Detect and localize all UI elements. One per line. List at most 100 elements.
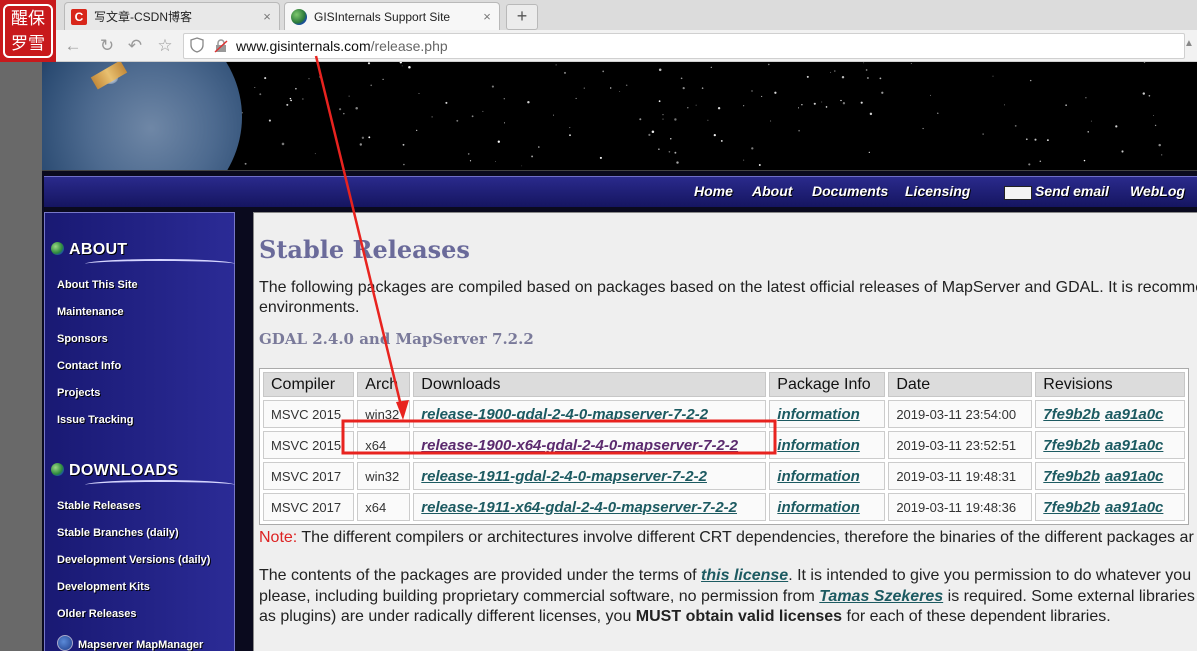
revision-link[interactable]: 7fe9b2b	[1043, 437, 1100, 454]
revision-link[interactable]: aa91a0c	[1105, 406, 1163, 423]
download-link[interactable]: release-1911-x64-gdal-2-4-0-mapserver-7-…	[421, 499, 737, 516]
column-header: Date	[888, 372, 1033, 397]
releases-table: Compiler Arch Downloads Package Info Dat…	[259, 368, 1189, 525]
address-bar[interactable]: www.gisinternals.com/release.php	[183, 33, 1185, 59]
close-icon[interactable]: ×	[479, 9, 495, 24]
revision-link[interactable]: 7fe9b2b	[1043, 406, 1100, 423]
revision-link[interactable]: aa91a0c	[1105, 468, 1163, 485]
information-link[interactable]: information	[777, 468, 860, 485]
shield-icon	[190, 37, 204, 53]
sidebar-item-sponsors[interactable]: Sponsors	[57, 333, 108, 345]
arch-cell: x64	[357, 431, 411, 459]
sidebar-item-stable-branches[interactable]: Stable Branches (daily)	[57, 527, 179, 539]
globe-icon	[51, 463, 64, 476]
sidebar-item-development-kits[interactable]: Development Kits	[57, 581, 150, 593]
table-header-row: Compiler Arch Downloads Package Info Dat…	[263, 372, 1185, 397]
tab-bar: 醒保 罗雪 C 写文章-CSDN博客 × GISInternals Suppor…	[0, 0, 1197, 62]
sidebar-item-development-versions[interactable]: Development Versions (daily)	[57, 554, 210, 566]
package-info-cell: information	[769, 493, 886, 521]
revisions-cell: 7fe9b2b aa91a0c	[1035, 400, 1185, 428]
information-link[interactable]: information	[777, 406, 860, 423]
author-link[interactable]: Tamas Szekeres	[819, 588, 943, 605]
revision-link[interactable]: aa91a0c	[1105, 499, 1163, 516]
new-tab-button[interactable]: +	[506, 4, 538, 30]
column-header: Downloads	[413, 372, 767, 397]
sidebar-heading-about: ABOUT	[51, 241, 127, 259]
sidebar-heading-downloads: DOWNLOADS	[51, 462, 178, 480]
column-header: Revisions	[1035, 372, 1185, 397]
nav-about[interactable]: About	[752, 183, 792, 199]
compiler-cell: MSVC 2017	[263, 493, 355, 521]
date-cell: 2019-03-11 23:54:00	[888, 400, 1033, 428]
nav-send-email[interactable]: Send email	[1035, 183, 1109, 199]
reload-icon[interactable]: ↻	[96, 35, 118, 57]
revisions-cell: 7fe9b2b aa91a0c	[1035, 462, 1185, 490]
nav-documents[interactable]: Documents	[812, 183, 888, 199]
column-header: Package Info	[769, 372, 886, 397]
nav-licensing[interactable]: Licensing	[905, 183, 970, 199]
browser-toolbar: ← ↻ ↶ ☆ www.gisinternals.com/release.php…	[0, 30, 1197, 62]
main-content: Stable Releases The following packages a…	[253, 212, 1197, 651]
note-text: Note: The different compilers or archite…	[259, 529, 1194, 546]
sidebar-item-stable-releases[interactable]: Stable Releases	[57, 500, 141, 512]
page-frame: Home About Documents Licensing Send emai…	[42, 62, 1197, 651]
sidebar-item-maintenance[interactable]: Maintenance	[57, 306, 124, 318]
download-link[interactable]: release-1911-gdal-2-4-0-mapserver-7-2-2	[421, 468, 707, 485]
insecure-lock-icon	[214, 39, 228, 53]
nav-weblog[interactable]: WebLog	[1130, 183, 1185, 199]
intro-text: The following packages are compiled base…	[259, 279, 1197, 296]
seal-logo: 醒保 罗雪	[3, 4, 53, 58]
star-icon[interactable]: ☆	[154, 35, 176, 57]
note-label: Note:	[259, 529, 298, 546]
tab-csdn[interactable]: C 写文章-CSDN博客 ×	[64, 2, 280, 30]
information-link[interactable]: information	[777, 499, 860, 516]
compiler-cell: MSVC 2015	[263, 400, 355, 428]
package-info-cell: information	[769, 431, 886, 459]
table-row: MSVC 2017 x64 release-1911-x64-gdal-2-4-0-…	[263, 493, 1185, 521]
tab-title: 写文章-CSDN博客	[94, 10, 192, 24]
revision-link[interactable]: aa91a0c	[1105, 437, 1163, 454]
date-cell: 2019-03-11 19:48:36	[888, 493, 1033, 521]
sidebar-item-contact-info[interactable]: Contact Info	[57, 360, 121, 372]
nav-home[interactable]: Home	[694, 183, 733, 199]
tab-gisinternals[interactable]: GISInternals Support Site ×	[284, 2, 500, 30]
license-link[interactable]: this license	[701, 567, 788, 584]
license-text: The contents of the packages are provide…	[259, 567, 1192, 584]
globe-icon	[51, 242, 64, 255]
download-cell: release-1911-x64-gdal-2-4-0-mapserver-7-…	[413, 493, 767, 521]
scroll-up-icon[interactable]: ▲	[1184, 38, 1194, 49]
download-link[interactable]: release-1900-x64-gdal-2-4-0-mapserver-7-…	[421, 437, 738, 454]
column-header: Arch	[357, 372, 411, 397]
arch-cell: win32	[357, 462, 411, 490]
globe-favicon-icon	[291, 8, 307, 25]
sidebar-item-projects[interactable]: Projects	[57, 387, 100, 399]
earth-image	[42, 62, 242, 170]
browser-logo[interactable]: 醒保 罗雪	[0, 0, 56, 62]
sidebar-item-issue-tracking[interactable]: Issue Tracking	[57, 414, 133, 426]
arch-cell: win32	[357, 400, 411, 428]
top-navigation: Home About Documents Licensing Send emai…	[44, 176, 1197, 207]
date-cell: 2019-03-11 19:48:31	[888, 462, 1033, 490]
download-cell: release-1900-gdal-2-4-0-mapserver-7-2-2	[413, 400, 767, 428]
sidebar-item-about-this-site[interactable]: About This Site	[57, 279, 138, 291]
page-title: Stable Releases	[259, 235, 470, 264]
download-cell: release-1911-gdal-2-4-0-mapserver-7-2-2	[413, 462, 767, 490]
information-link[interactable]: information	[777, 437, 860, 454]
compiler-cell: MSVC 2017	[263, 462, 355, 490]
sidebar-item-mapserver-mapmanager[interactable]: Mapserver MapManager	[57, 635, 203, 651]
table-row: MSVC 2015 x64 release-1900-x64-gdal-2-4-0-…	[263, 431, 1185, 459]
section-title: GDAL 2.4.0 and MapServer 7.2.2	[259, 330, 534, 348]
close-icon[interactable]: ×	[259, 9, 275, 24]
back-icon[interactable]: ←	[62, 35, 84, 57]
sidebar-item-older-releases[interactable]: Older Releases	[57, 608, 137, 620]
csdn-favicon-icon: C	[71, 8, 87, 25]
web-page: Home About Documents Licensing Send emai…	[0, 62, 1197, 651]
license-text: as plugins) are under radically differen…	[259, 608, 1111, 625]
download-link[interactable]: release-1900-gdal-2-4-0-mapserver-7-2-2	[421, 406, 708, 423]
download-cell: release-1900-x64-gdal-2-4-0-mapserver-7-…	[413, 431, 767, 459]
undo-icon[interactable]: ↶	[124, 35, 146, 57]
revision-link[interactable]: 7fe9b2b	[1043, 468, 1100, 485]
date-cell: 2019-03-11 23:52:51	[888, 431, 1033, 459]
revisions-cell: 7fe9b2b aa91a0c	[1035, 493, 1185, 521]
revision-link[interactable]: 7fe9b2b	[1043, 499, 1100, 516]
